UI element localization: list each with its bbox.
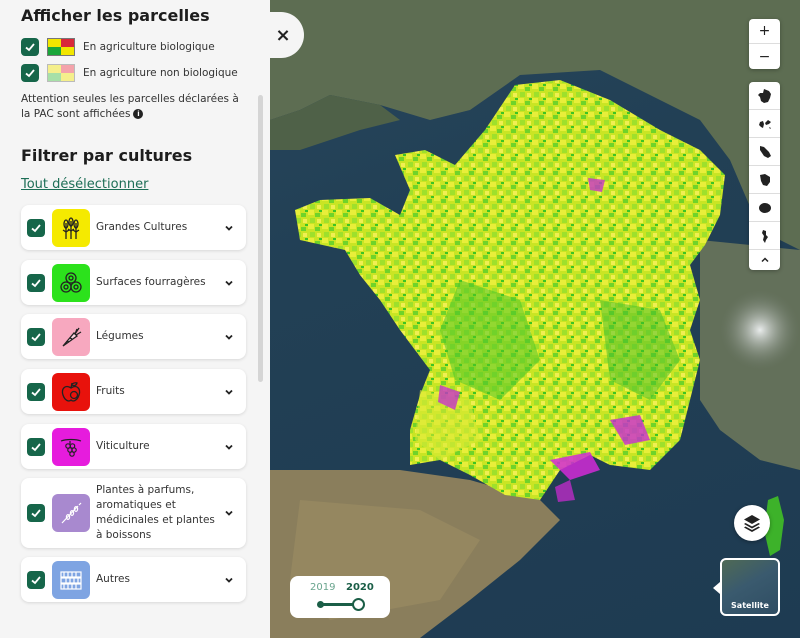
chevron-up-icon[interactable] [749, 250, 780, 270]
zoom-out-button[interactable]: − [749, 44, 780, 69]
year-option-2020[interactable]: 2020 [346, 582, 374, 593]
info-icon[interactable]: i [133, 109, 144, 119]
check-icon [31, 223, 41, 232]
carrot-icon [52, 317, 90, 356]
checkbox-non-bio[interactable] [21, 64, 39, 82]
hay-bales-icon [52, 263, 90, 302]
checkbox-legumes[interactable] [27, 327, 45, 346]
guyane-icon[interactable] [749, 166, 780, 194]
mayotte-icon[interactable] [749, 222, 780, 250]
checkbox-autres[interactable] [27, 570, 45, 589]
legend-label-bio: En agriculture biologique [83, 41, 215, 53]
deselect-all-link[interactable]: Tout désélectionner [21, 177, 148, 192]
legend-non-bio[interactable]: En agriculture non biologique [21, 64, 238, 82]
check-icon [31, 387, 41, 396]
basemap-switcher[interactable]: Satellite [720, 558, 780, 616]
pac-note: Attention seules les parcelles déclarées… [21, 92, 246, 122]
check-icon [31, 278, 41, 287]
culture-card-fruits[interactable]: Fruits [21, 369, 246, 414]
culture-label: Fruits [96, 385, 125, 397]
checkbox-bio[interactable] [21, 38, 39, 56]
year-slider: 2019 2020 [290, 576, 390, 618]
culture-label: Viticulture [96, 440, 150, 452]
checkbox-grandes-cultures[interactable] [27, 218, 45, 237]
grid-icon [52, 560, 90, 599]
chevron-down-icon[interactable] [224, 278, 234, 288]
metropole-icon[interactable] [749, 82, 780, 110]
chevron-down-icon[interactable] [224, 442, 234, 452]
filter-title: Filtrer par cultures [21, 146, 193, 165]
wheat-icon [52, 208, 90, 247]
legend-label-non-bio: En agriculture non biologique [83, 67, 238, 79]
culture-label: Plantes à parfums, aromatiques et médici… [96, 484, 215, 541]
basemap-label: Satellite [731, 601, 769, 610]
culture-card-surfaces-fourrageres[interactable]: Surfaces fourragères [21, 260, 246, 305]
checkbox-viticulture[interactable] [27, 437, 45, 456]
year-slider-start [317, 601, 324, 608]
guadeloupe-icon[interactable] [749, 110, 780, 138]
side-panel: Afficher les parcelles En agriculture bi… [0, 0, 270, 638]
culture-card-autres[interactable]: Autres [21, 557, 246, 602]
chevron-down-icon[interactable] [224, 223, 234, 233]
culture-card-plantes-parfums[interactable]: Plantes à parfums, aromatiques et médici… [21, 478, 246, 548]
year-slider-handle[interactable] [352, 598, 365, 611]
check-icon [31, 509, 41, 518]
reunion-icon[interactable] [749, 194, 780, 222]
check-icon [25, 43, 35, 52]
culture-label: Grandes Cultures [96, 221, 188, 233]
culture-label: Autres [96, 573, 130, 585]
chevron-down-icon[interactable] [224, 575, 234, 585]
check-icon [31, 575, 41, 584]
culture-card-grandes-cultures[interactable]: Grandes Cultures [21, 205, 246, 250]
culture-card-viticulture[interactable]: Viticulture [21, 424, 246, 469]
basemap-pointer [713, 582, 720, 594]
panel-scrollbar[interactable] [258, 95, 263, 382]
year-option-2019[interactable]: 2019 [310, 582, 335, 593]
culture-card-legumes[interactable]: Légumes [21, 314, 246, 359]
checkbox-surfaces-fourrageres[interactable] [27, 273, 45, 292]
layers-icon [744, 515, 760, 532]
apple-icon [52, 372, 90, 411]
pac-note-text: Attention seules les parcelles déclarées… [21, 93, 239, 120]
zoom-controls: + − [749, 19, 780, 69]
martinique-icon[interactable] [749, 138, 780, 166]
legend-swatch-bio [47, 38, 75, 56]
check-icon [31, 442, 41, 451]
zoom-in-button[interactable]: + [749, 19, 780, 44]
checkbox-fruits[interactable] [27, 382, 45, 401]
territory-controls [749, 82, 780, 270]
culture-label: Surfaces fourragères [96, 276, 206, 288]
check-icon [25, 69, 35, 78]
chevron-down-icon[interactable] [224, 508, 234, 518]
checkbox-plantes-parfums[interactable] [27, 504, 45, 522]
check-icon [31, 332, 41, 341]
legend-bio[interactable]: En agriculture biologique [21, 38, 215, 56]
layers-button[interactable] [734, 505, 770, 541]
legend-swatch-non-bio [47, 64, 75, 82]
close-panel-button[interactable]: × [256, 12, 304, 58]
lavender-icon [52, 494, 90, 532]
culture-label: Légumes [96, 330, 144, 342]
grapes-icon [52, 427, 90, 466]
panel-title: Afficher les parcelles [21, 6, 210, 25]
chevron-down-icon[interactable] [224, 332, 234, 342]
close-icon: × [275, 24, 291, 46]
chevron-down-icon[interactable] [224, 387, 234, 397]
